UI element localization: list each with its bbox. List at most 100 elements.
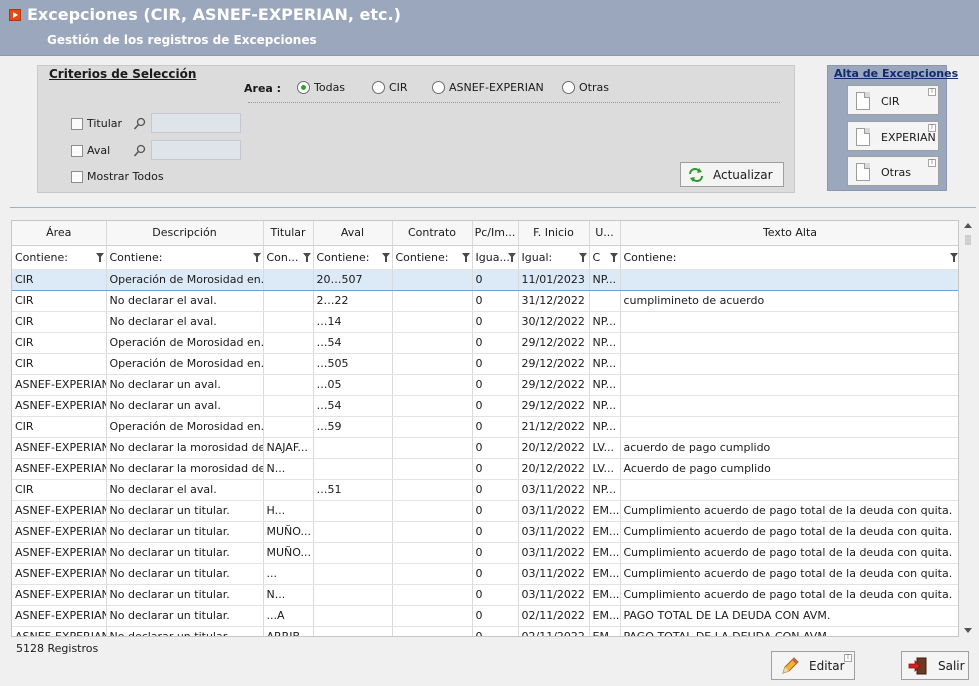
search-icon[interactable]: [133, 117, 147, 131]
table-cell: ASNEF-EXPERIAN: [12, 563, 107, 585]
radio-todas[interactable]: Todas: [297, 81, 345, 94]
table-cell: LV...: [589, 437, 621, 459]
radio-asnef-experian[interactable]: ASNEF-EXPERIAN: [432, 81, 544, 94]
scroll-up-icon[interactable]: [964, 223, 972, 228]
filter-icon[interactable]: [507, 252, 516, 262]
filter-operator: Contiene:: [15, 250, 68, 264]
alta-otras-button[interactable]: Otras T: [847, 156, 939, 186]
radio-otras[interactable]: Otras: [562, 81, 609, 94]
table-row[interactable]: CIR Operación de Morosidad en... …54 0 29/12…: [12, 332, 958, 354]
table-cell: 03/11/2022: [518, 521, 590, 543]
table-cell: 0: [472, 479, 519, 501]
table-cell: [313, 584, 393, 606]
table-cell: NP...: [589, 395, 621, 417]
corner-icon: T: [928, 124, 936, 132]
filter-icon[interactable]: [609, 252, 618, 262]
column-filter[interactable]: Contiene:: [620, 245, 958, 270]
radio-cir[interactable]: CIR: [372, 81, 408, 94]
area-label: Area :: [244, 82, 282, 95]
table-cell: 20…507: [313, 268, 393, 291]
filter-icon[interactable]: [381, 252, 390, 262]
filter-icon[interactable]: [949, 252, 958, 262]
mostrar-todos-checkbox[interactable]: Mostrar Todos: [71, 170, 164, 183]
column-filter[interactable]: Contiene:: [392, 245, 473, 270]
filter-icon[interactable]: [95, 252, 104, 262]
column-header[interactable]: Descripción: [106, 221, 264, 246]
table-row[interactable]: CIR No declarar el aval. 2…22 0 31/12/2022 cu…: [12, 290, 958, 312]
table-cell: EM...: [589, 584, 621, 606]
column-header[interactable]: F. Inicio: [518, 221, 590, 246]
aval-checkbox[interactable]: Aval: [71, 144, 110, 157]
filter-icon[interactable]: [252, 252, 261, 262]
table-cell: No declarar un titular.: [106, 521, 264, 543]
table-cell: Operación de Morosidad en...: [106, 268, 264, 291]
table-cell: H...: [263, 500, 314, 522]
column-filter[interactable]: C: [589, 245, 621, 270]
scroll-down-icon[interactable]: [964, 628, 972, 633]
filter-icon[interactable]: [578, 252, 587, 262]
actualizar-button[interactable]: Actualizar: [680, 162, 784, 187]
titular-checkbox[interactable]: Titular: [71, 117, 122, 130]
table-row[interactable]: ASNEF-EXPERIAN No declarar un titular. MUÑ…: [12, 542, 958, 564]
column-header[interactable]: Contrato: [392, 221, 473, 246]
table-row[interactable]: ASNEF-EXPERIAN No declarar un aval. …54 0 29…: [12, 395, 958, 417]
table-row[interactable]: ASNEF-EXPERIAN No declarar un titular. N..…: [12, 584, 958, 606]
table-row[interactable]: CIR Operación de Morosidad en... 20…507 0 11…: [12, 268, 958, 291]
table-row[interactable]: ASNEF-EXPERIAN No declarar la morosidad d…: [12, 437, 958, 459]
column-filter[interactable]: Contiene:: [12, 245, 107, 270]
salir-label: Salir: [938, 659, 965, 673]
table-cell: NP...: [589, 374, 621, 396]
table-row[interactable]: ASNEF-EXPERIAN No declarar un titular....…: [12, 563, 958, 585]
filter-icon[interactable]: [461, 252, 470, 262]
table-cell: …54: [313, 332, 393, 354]
table-row[interactable]: ASNEF-EXPERIAN No declarar un titular....…: [12, 605, 958, 627]
alta-experian-button[interactable]: EXPERIAN T: [847, 121, 939, 151]
search-icon[interactable]: [133, 144, 147, 158]
aval-input[interactable]: [151, 140, 241, 160]
column-filter[interactable]: Igua...: [472, 245, 519, 270]
table-cell: …14: [313, 311, 393, 333]
salir-button[interactable]: Salir: [901, 651, 969, 680]
column-filter[interactable]: Contiene:: [106, 245, 264, 270]
table-cell: [263, 374, 314, 396]
scroll-thumb[interactable]: [965, 235, 971, 245]
column-header[interactable]: Aval: [313, 221, 393, 246]
grid-vertical-scrollbar[interactable]: [961, 220, 975, 637]
table-cell: Cumplimiento acuerdo de pago total de la…: [620, 542, 958, 564]
table-cell: [620, 479, 958, 501]
table-row[interactable]: CIR Operación de Morosidad en... …59 0 21/12…: [12, 416, 958, 438]
divider: [248, 102, 780, 103]
table-cell: LV...: [589, 458, 621, 480]
table-row[interactable]: CIR No declarar el aval. …51 0 03/11/2022 NP.…: [12, 479, 958, 501]
titular-input[interactable]: [151, 113, 241, 133]
alta-cir-button[interactable]: CIR T: [847, 85, 939, 115]
filter-icon[interactable]: [302, 252, 311, 262]
column-filter[interactable]: Con...: [263, 245, 314, 270]
table-cell: ARRIB...: [263, 626, 314, 636]
column-header[interactable]: Pc/Im...: [472, 221, 519, 246]
column-header[interactable]: U...: [589, 221, 621, 246]
column-filter[interactable]: Igual:: [518, 245, 590, 270]
alta-panel: Alta de Excepciones CIR T EXPERIAN T Otr…: [827, 65, 958, 191]
table-row[interactable]: ASNEF-EXPERIAN No declarar un titular. MUÑ…: [12, 521, 958, 543]
section-divider: [10, 207, 976, 208]
table-cell: 0: [472, 500, 519, 522]
radio-label: Todas: [314, 81, 346, 94]
column-header[interactable]: Titular: [263, 221, 314, 246]
column-header[interactable]: Texto Alta: [620, 221, 958, 246]
radio-icon: [372, 81, 385, 94]
table-cell: [263, 332, 314, 354]
table-row[interactable]: ASNEF-EXPERIAN No declarar un aval. …05 0 29…: [12, 374, 958, 396]
table-cell: 29/12/2022: [518, 332, 590, 354]
table-row[interactable]: CIR No declarar el aval. …14 0 30/12/2022 NP.…: [12, 311, 958, 333]
table-cell: [263, 416, 314, 438]
table-row[interactable]: ASNEF-EXPERIAN No declarar un titular. H..…: [12, 500, 958, 522]
table-row[interactable]: ASNEF-EXPERIAN No declarar la morosidad d…: [12, 458, 958, 480]
table-row[interactable]: ASNEF-EXPERIAN No declarar un titular. ARR…: [12, 626, 958, 636]
table-row[interactable]: CIR Operación de Morosidad en... …505 0 29/1…: [12, 353, 958, 375]
filter-operator: Con...: [266, 250, 299, 264]
column-filter[interactable]: Contiene:: [313, 245, 393, 270]
excepciones-grid[interactable]: Área Descripción Titular Aval Contrato Pc/Im.…: [11, 220, 959, 637]
column-header[interactable]: Área: [12, 221, 107, 246]
editar-button[interactable]: Editar T: [771, 651, 855, 680]
